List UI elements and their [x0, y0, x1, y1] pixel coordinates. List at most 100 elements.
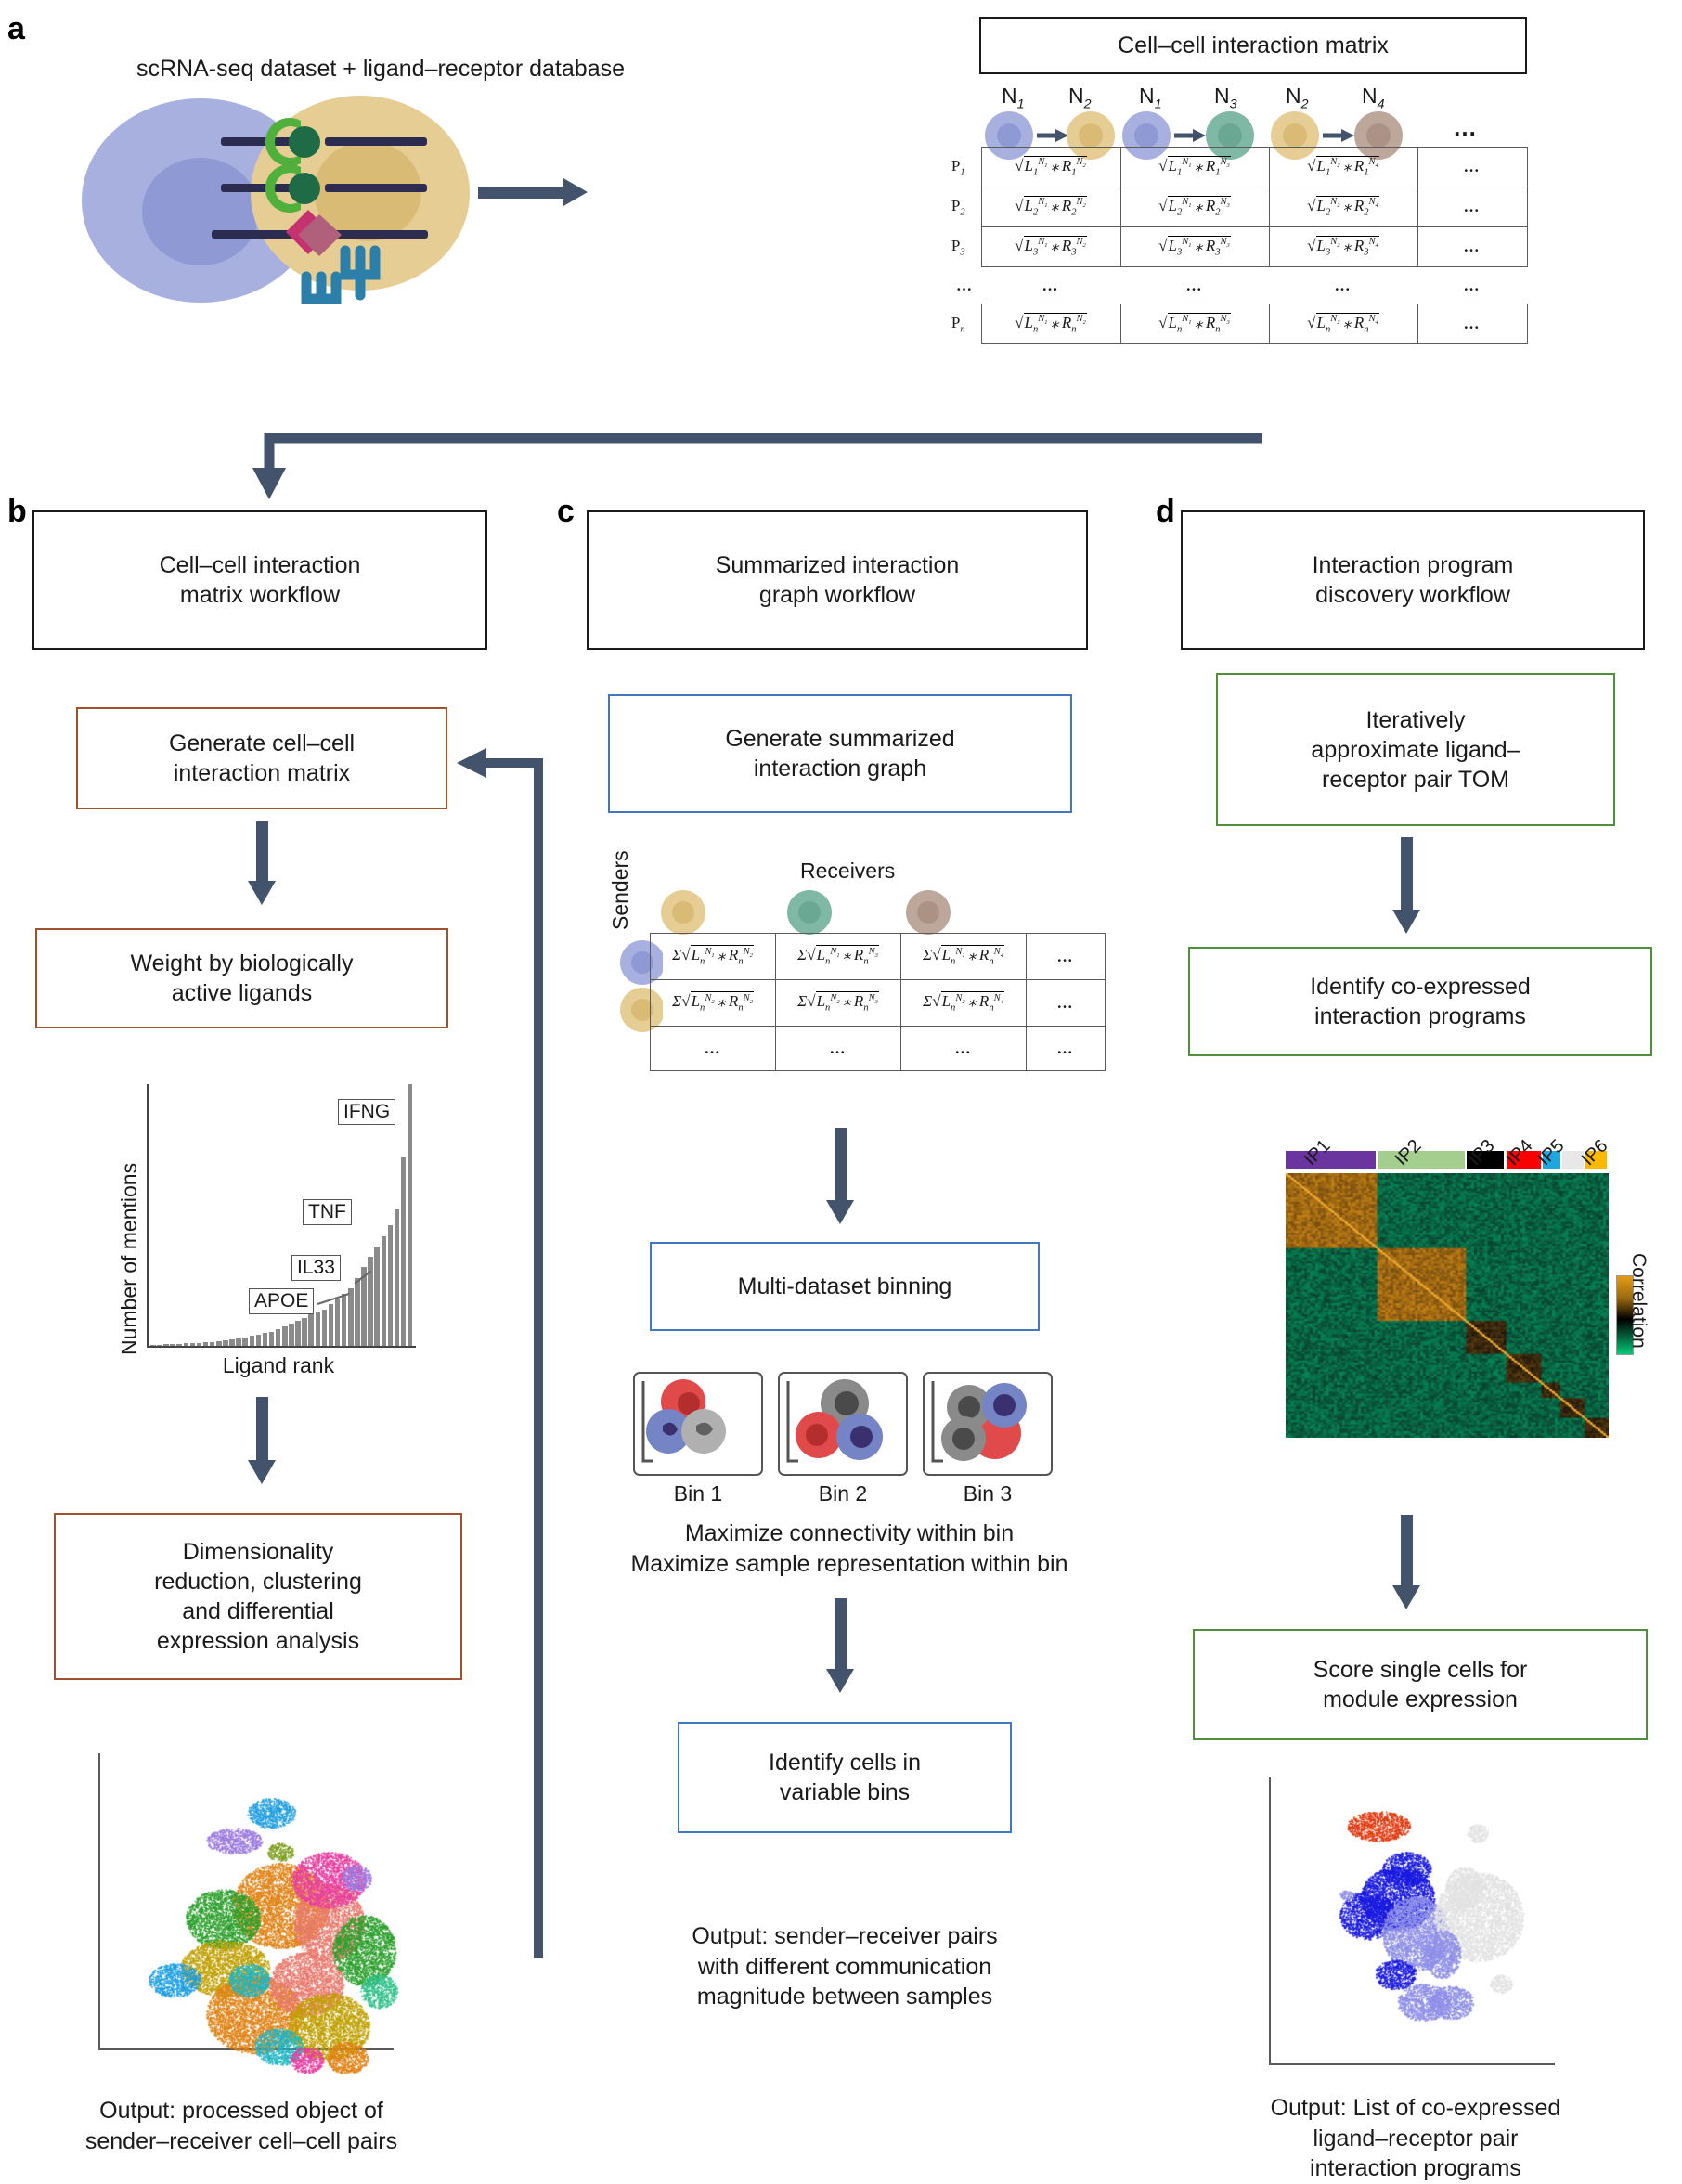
chart-bar [289, 1324, 294, 1346]
receiver-cell-icons [622, 889, 1012, 936]
chart-bar [302, 1318, 307, 1346]
chart-bar [388, 1225, 394, 1346]
chart-bar [263, 1333, 268, 1346]
matrix-cell: √LnN2 ⁎ RnN4 [1269, 304, 1417, 344]
table-row: P1 √L1N1 ⁎ R1N2 √L1N1 ⁎ R1N3 √L1N2 ⁎ R1N… [942, 148, 1527, 187]
panel-d-letter: d [1156, 494, 1175, 530]
chart-bar [329, 1304, 334, 1346]
dimensionality-reduction-text: Dimensionality reduction, clustering and… [154, 1537, 362, 1656]
col-header-n-label: N4 [1362, 84, 1385, 112]
matrix-cell: √LnN1 ⁎ RnN3 [1120, 304, 1269, 344]
bin-2-axis [783, 1379, 800, 1472]
annotation-tnf: TNF [303, 1199, 352, 1225]
matrix-cell-ellipsis: … [1417, 148, 1527, 187]
tom-correlation-heatmap: IP1 IP2 IP3 IP4 IP5 IP6 Correlation [1237, 1105, 1627, 1494]
umap-module-score-plot [1258, 1768, 1564, 2093]
arrow-d-2 [1388, 1515, 1425, 1613]
receivers-label: Receivers [800, 859, 895, 884]
table-row: Pn √LnN1 ⁎ RnN2 √LnN1 ⁎ RnN3 √LnN2 ⁎ RnN… [942, 304, 1527, 344]
row-label-p3: P3 [942, 227, 981, 267]
chart-bar [308, 1314, 314, 1346]
col-header-ellipsis: … [1453, 113, 1479, 142]
chart-bar [236, 1338, 241, 1346]
cell-interaction-illustration [82, 91, 518, 304]
chart-bar [242, 1338, 248, 1346]
table-row: P2 √L2N1 ⁎ R2N2 √L2N1 ⁎ R2N3 √L2N2 ⁎ R2N… [942, 187, 1527, 227]
chart-bar [197, 1343, 202, 1346]
cell-cell-interaction-matrix-table: P1 √L1N1 ⁎ R1N2 √L1N1 ⁎ R1N3 √L1N2 ⁎ R1N… [942, 147, 1528, 344]
panel-b-letter: b [7, 494, 27, 530]
identify-coexpressed-programs-text: Identify co-expressed interaction progra… [1310, 972, 1531, 1031]
chart-bar [348, 1288, 354, 1346]
panel-d-title-text: Interaction program discovery workflow [1313, 550, 1514, 610]
identify-cells-variable-bins-text: Identify cells in variable bins [769, 1748, 921, 1807]
col-header-n-label: N2 [1068, 84, 1092, 112]
matrix-cell: √L1N1 ⁎ R1N3 [1120, 148, 1269, 187]
table-row: Σ√LnN2 ⁎ RnN2 Σ√LnN2 ⁎ RnN3 Σ√LnN2 ⁎ RnN… [651, 980, 1106, 1027]
chart-bar [250, 1336, 255, 1346]
chart-bar [216, 1341, 222, 1346]
panel-d-title-box: Interaction program discovery workflow [1181, 510, 1645, 650]
arrow-c-1 [822, 1128, 859, 1228]
chart-bar [355, 1278, 360, 1346]
summary-cell-ellipsis: … [1027, 1027, 1106, 1071]
bin-3-label: Bin 3 [923, 1481, 1053, 1506]
bin-2-box [778, 1372, 908, 1476]
matrix-cell-ellipsis: … [981, 267, 1120, 304]
bin-caption: Maximize connectivity within bin Maximiz… [603, 1518, 1095, 1579]
matrix-title-text: Cell–cell interaction matrix [1118, 31, 1389, 60]
chart-bar [316, 1312, 321, 1346]
generate-matrix-text: Generate cell–cell interaction matrix [169, 729, 355, 788]
chart-bar [210, 1342, 215, 1346]
chart-ylabel: Number of mentions [117, 1163, 142, 1355]
weight-ligands-text: Weight by biologically active ligands [131, 949, 354, 1008]
summary-cell-ellipsis: … [901, 1027, 1027, 1071]
multi-dataset-binning-text: Multi-dataset binning [738, 1272, 952, 1301]
matrix-cell-ellipsis: … [1269, 267, 1417, 304]
chart-y-axis [147, 1084, 149, 1346]
chart-bar [382, 1236, 387, 1346]
chart-bar [401, 1157, 407, 1346]
chart-bar [223, 1340, 228, 1346]
col-header-n-label: N2 [1286, 84, 1309, 112]
correlation-colorbar-label: Correlation [1627, 1253, 1650, 1349]
approximate-tom-text: Iteratively approximate ligand– receptor… [1311, 705, 1520, 795]
row-label-p2: P2 [942, 187, 981, 227]
table-row: … … … … [651, 1027, 1106, 1071]
chart-x-axis [147, 1346, 416, 1348]
panel-c-output-caption: Output: sender–receiver pairs with diffe… [585, 1921, 1105, 2012]
col-header-n-label: N1 [1139, 84, 1162, 112]
row-label-ellipsis: … [942, 267, 981, 304]
umap-clusters-canvas [85, 1740, 401, 2074]
arrow-d-1 [1388, 837, 1425, 937]
summary-cell: Σ√LnN1 ⁎ RnN2 [651, 934, 776, 980]
weight-ligands-box: Weight by biologically active ligands [35, 928, 448, 1028]
table-row: Σ√LnN1 ⁎ RnN2 Σ√LnN1 ⁎ RnN3 Σ√LnN1 ⁎ RnN… [651, 934, 1106, 980]
arrow-c-2 [822, 1598, 859, 1697]
chart-bar [184, 1343, 189, 1346]
row-label-p1: P1 [942, 148, 981, 187]
annotation-apoe: APOE [249, 1288, 314, 1314]
matrix-cell-ellipsis: … [1417, 304, 1527, 344]
generate-summarized-graph-text: Generate summarized interaction graph [725, 724, 954, 783]
matrix-cell: √L2N1 ⁎ R2N2 [981, 187, 1120, 227]
summary-cell: Σ√LnN2 ⁎ RnN2 [651, 980, 776, 1027]
summary-cell: Σ√LnN2 ⁎ RnN3 [776, 980, 901, 1027]
chart-bar [295, 1321, 301, 1346]
summary-cell-ellipsis: … [1027, 934, 1106, 980]
approximate-tom-box: Iteratively approximate ligand– receptor… [1216, 673, 1615, 826]
matrix-cell: √L1N2 ⁎ R1N4 [1269, 148, 1417, 187]
annotation-ifng: IFNG [338, 1099, 395, 1125]
chart-bar [408, 1084, 413, 1346]
row-label-pn: Pn [942, 304, 981, 344]
score-single-cells-box: Score single cells for module expression [1193, 1629, 1648, 1740]
cell-cell-interaction-matrix-title-box: Cell–cell interaction matrix [979, 17, 1527, 74]
chart-bar [342, 1294, 347, 1346]
matrix-cell: √L1N1 ⁎ R1N2 [981, 148, 1120, 187]
chart-bar [395, 1209, 400, 1346]
chart-bar [335, 1299, 341, 1346]
score-single-cells-text: Score single cells for module expression [1313, 1655, 1528, 1714]
summary-cell-ellipsis: … [651, 1027, 776, 1071]
connector-a-to-b [232, 427, 1272, 510]
chart-bar [203, 1342, 209, 1346]
